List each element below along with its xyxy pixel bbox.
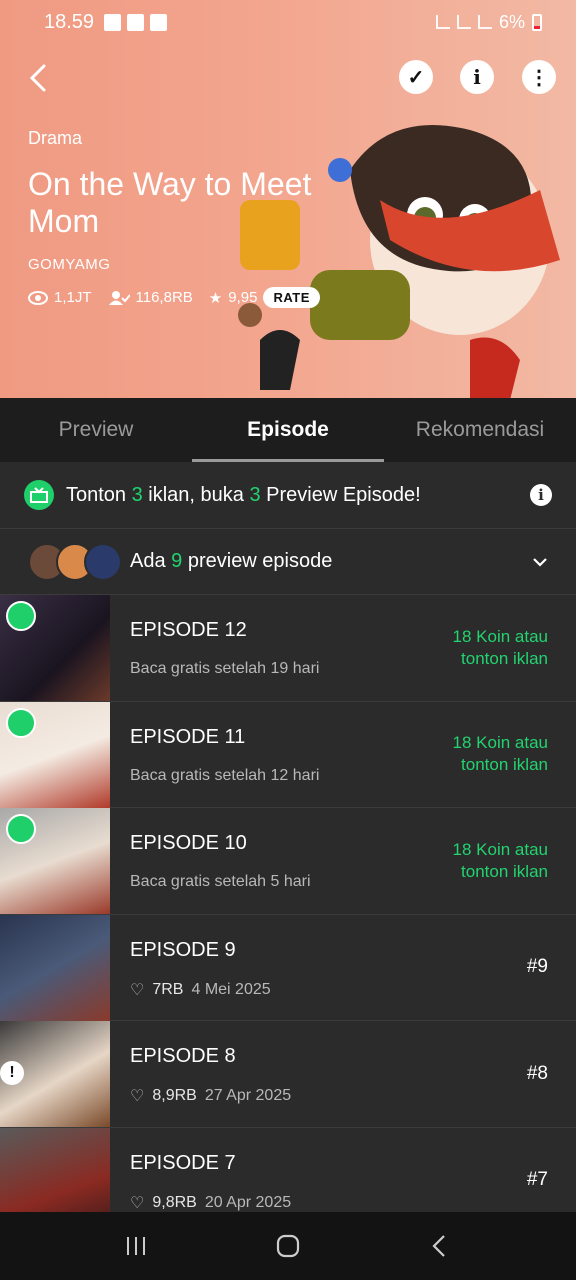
status-bar: 18.59 6% (0, 0, 576, 44)
status-right: 6% (435, 11, 542, 33)
recent-apps-icon[interactable] (124, 1234, 148, 1258)
tab-preview[interactable]: Preview (0, 398, 192, 462)
episode-row[interactable]: EPISODE 10 Baca gratis setelah 5 hari 18… (0, 808, 576, 915)
avatar (84, 542, 122, 581)
heart-icon: ♡ (130, 1088, 145, 1105)
ad-unlock-banner[interactable]: Tonton 3 iklan, buka 3 Preview Episode! … (0, 462, 576, 529)
preview-text-pre: Ada (130, 550, 172, 572)
heart-icon: ♡ (130, 981, 145, 999)
author-name: GOMYAMG (28, 256, 111, 273)
price-line: tonton iklan (461, 648, 548, 668)
episode-meta: ♡ 7RB 4 Mei 2025 (130, 980, 556, 1000)
more-menu-button[interactable]: ⋮ (522, 60, 556, 94)
ad-count-episodes: 3 (249, 483, 261, 506)
episode-likes: 8,9RB (152, 1087, 197, 1104)
subscribers-stat: 116,8RB (108, 289, 193, 306)
wifi-signal-icon (456, 15, 471, 29)
views-count: 1,1JT (54, 289, 92, 306)
home-icon[interactable] (275, 1233, 301, 1259)
episode-date: 4 Mei 2025 (191, 980, 271, 998)
price-line: 18 Koin atau (452, 733, 548, 753)
episode-title: EPISODE 9 (130, 938, 236, 961)
cell-signal-icon (477, 15, 492, 29)
ad-unlock-badge-icon (6, 814, 36, 844)
checkbox-icon (150, 13, 168, 31)
ad-text-mid: iklan, buka (142, 483, 250, 506)
subscribe-check-button[interactable]: ✓ (399, 60, 433, 94)
genre-label: Drama (28, 128, 83, 148)
episode-price: 18 Koin atau tonton iklan (453, 808, 548, 914)
system-nav-bar (0, 1212, 576, 1280)
ad-count-ads: 3 (131, 483, 143, 506)
rating-stat: ★ 9,95 RATE (209, 287, 320, 308)
back-arrow-icon[interactable] (24, 60, 54, 96)
episode-row[interactable]: EPISODE 12 Baca gratis setelah 19 hari 1… (0, 595, 576, 702)
episode-title: EPISODE 7 (130, 1151, 236, 1174)
subscribers-count: 116,8RB (135, 289, 193, 306)
chevron-down-icon[interactable] (532, 554, 548, 570)
status-time: 18.59 (44, 10, 95, 33)
episode-number: #9 (526, 956, 548, 978)
episode-number: #8 (526, 1062, 548, 1084)
ad-unlock-badge-icon (6, 601, 36, 631)
battery-icon (532, 13, 542, 31)
battery-percent: 6% (498, 11, 525, 32)
episode-likes: 7RB (152, 980, 184, 998)
tab-episode[interactable]: Episode (192, 398, 384, 462)
views-stat: 1,1JT (28, 289, 92, 306)
episode-row[interactable]: EPISODE 9 ♡ 7RB 4 Mei 2025 #9 (0, 914, 576, 1021)
ad-unlock-badge-icon (6, 707, 36, 738)
episode-price: 18 Koin atau tonton iklan (453, 595, 548, 701)
price-line: tonton iklan (461, 755, 548, 775)
episode-price: 18 Koin atau tonton iklan (453, 702, 548, 808)
episode-meta: ♡ 8,9RB 27 Apr 2025 (130, 1086, 556, 1106)
preview-text-post: preview episode (182, 550, 333, 572)
episode-likes: 9,8RB (152, 1193, 197, 1211)
comic-title: On the Way to Meet Mom (28, 166, 312, 239)
folder-icon (127, 13, 145, 31)
notification-icons (104, 13, 168, 31)
price-line: 18 Koin atau (452, 839, 548, 859)
eye-icon (28, 290, 48, 305)
price-line: 18 Koin atau (452, 626, 548, 646)
episode-meta: ♡ 9,8RB 20 Apr 2025 (130, 1193, 556, 1213)
preview-count: 9 (171, 550, 183, 572)
hero-banner: 18.59 6% ✓ i ⋮ Drama On the Way to Meet … (0, 0, 576, 398)
rate-button[interactable]: RATE (263, 287, 320, 308)
cover-artwork (238, 125, 560, 398)
price-line: tonton iklan (461, 861, 548, 881)
gallery-icon (104, 13, 122, 31)
episode-thumbnail (0, 914, 110, 1021)
tab-bar: Preview Episode Rekomendasi (0, 398, 576, 462)
episode-thumbnail: ! (0, 1021, 110, 1127)
rating-value: 9,95 (228, 289, 258, 306)
preview-episodes-bar[interactable]: Ada 9 preview episode (0, 529, 576, 595)
episode-list: EPISODE 12 Baca gratis setelah 19 hari 1… (0, 595, 576, 1234)
episode-thumbnail (0, 595, 110, 701)
back-icon[interactable] (428, 1234, 452, 1258)
ad-text-post: Preview Episode! (260, 483, 421, 506)
ad-text-pre: Tonton (66, 483, 132, 506)
info-button[interactable]: i (460, 60, 494, 94)
stats-row: 1,1JT 116,8RB ★ 9,95 RATE (28, 287, 320, 308)
gift-icon (24, 480, 54, 510)
warning-icon: ! (0, 1061, 24, 1085)
episode-row[interactable]: ! EPISODE 8 ♡ 8,9RB 27 Apr 2025 #8 (0, 1021, 576, 1128)
heart-icon: ♡ (130, 1194, 145, 1212)
subscribers-icon (108, 290, 130, 305)
mute-icon (435, 15, 450, 29)
info-icon[interactable]: i (530, 484, 552, 506)
episode-thumbnail (0, 701, 110, 808)
episode-thumbnail (0, 808, 110, 914)
tab-rekomendasi[interactable]: Rekomendasi (384, 398, 576, 462)
episode-date: 20 Apr 2025 (204, 1193, 292, 1211)
preview-avatars (28, 542, 122, 581)
star-icon: ★ (208, 289, 223, 307)
episode-date: 27 Apr 2025 (204, 1087, 292, 1104)
episode-row[interactable]: EPISODE 11 Baca gratis setelah 12 hari 1… (0, 701, 576, 808)
episode-title: EPISODE 8 (130, 1045, 236, 1067)
